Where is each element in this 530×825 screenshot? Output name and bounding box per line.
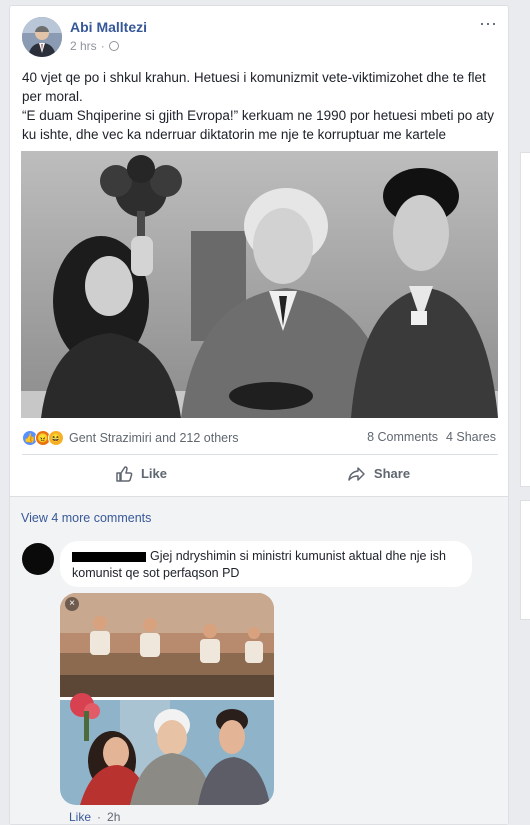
like-button[interactable]: Like	[22, 455, 260, 492]
post-text: 40 vjet qe po i shkul krahun. Hetuesi i …	[22, 68, 502, 144]
comment-like-link[interactable]: Like	[69, 810, 91, 824]
shares-count[interactable]: 4 Shares	[446, 430, 496, 444]
engagement-counts: 8 Comments 4 Shares	[367, 430, 496, 444]
comment-time[interactable]: 2h	[107, 810, 120, 824]
comment-image[interactable]: ×	[60, 593, 274, 805]
comment-bubble: Gjej ndryshimin si ministri kumunist akt…	[60, 541, 472, 587]
comment-footer-separator: ·	[97, 810, 102, 824]
author-avatar[interactable]	[22, 17, 62, 57]
right-rail-card	[520, 500, 530, 620]
right-rail-card	[520, 152, 530, 487]
more-options-icon[interactable]: ⋯	[479, 14, 498, 35]
comment-footer: Like · 2h	[69, 810, 120, 824]
thumbs-up-icon	[116, 465, 133, 482]
action-bar: Like Share	[22, 454, 498, 492]
share-arrow-icon	[348, 466, 365, 481]
post-card: Abi Malltezi 2 hrs · ⋯ 40 vjet qe po i s…	[9, 5, 509, 825]
close-icon[interactable]: ×	[65, 597, 79, 611]
globe-icon	[108, 41, 119, 51]
haha-reaction-icon: 😆	[48, 430, 64, 446]
comments-section: View 4 more comments Gjej ndryshimin si …	[10, 496, 508, 824]
comments-count[interactable]: 8 Comments	[367, 430, 438, 444]
commenter-avatar[interactable]	[22, 543, 54, 575]
like-label: Like	[140, 466, 167, 481]
post-text-line: “E duam Shqiperine si gjith Evropa!” ker…	[22, 108, 495, 142]
reaction-summary[interactable]: 👍 😠 😆 Gent Strazimiri and 212 others	[22, 430, 239, 446]
post-photo[interactable]	[21, 151, 498, 418]
share-button[interactable]: Share	[260, 455, 498, 492]
post-text-line: 40 vjet qe po i shkul krahun. Hetuesi i …	[22, 70, 486, 104]
author-name[interactable]: Abi Malltezi	[70, 19, 147, 35]
post-meta: 2 hrs ·	[70, 39, 119, 53]
redacted-name	[72, 551, 146, 562]
reaction-names[interactable]: Gent Strazimiri and 212 others	[69, 431, 239, 445]
share-label: Share	[373, 466, 411, 481]
view-more-comments-link[interactable]: View 4 more comments	[21, 511, 151, 525]
post-time[interactable]: 2 hrs	[70, 39, 97, 53]
meta-separator: ·	[100, 39, 105, 53]
